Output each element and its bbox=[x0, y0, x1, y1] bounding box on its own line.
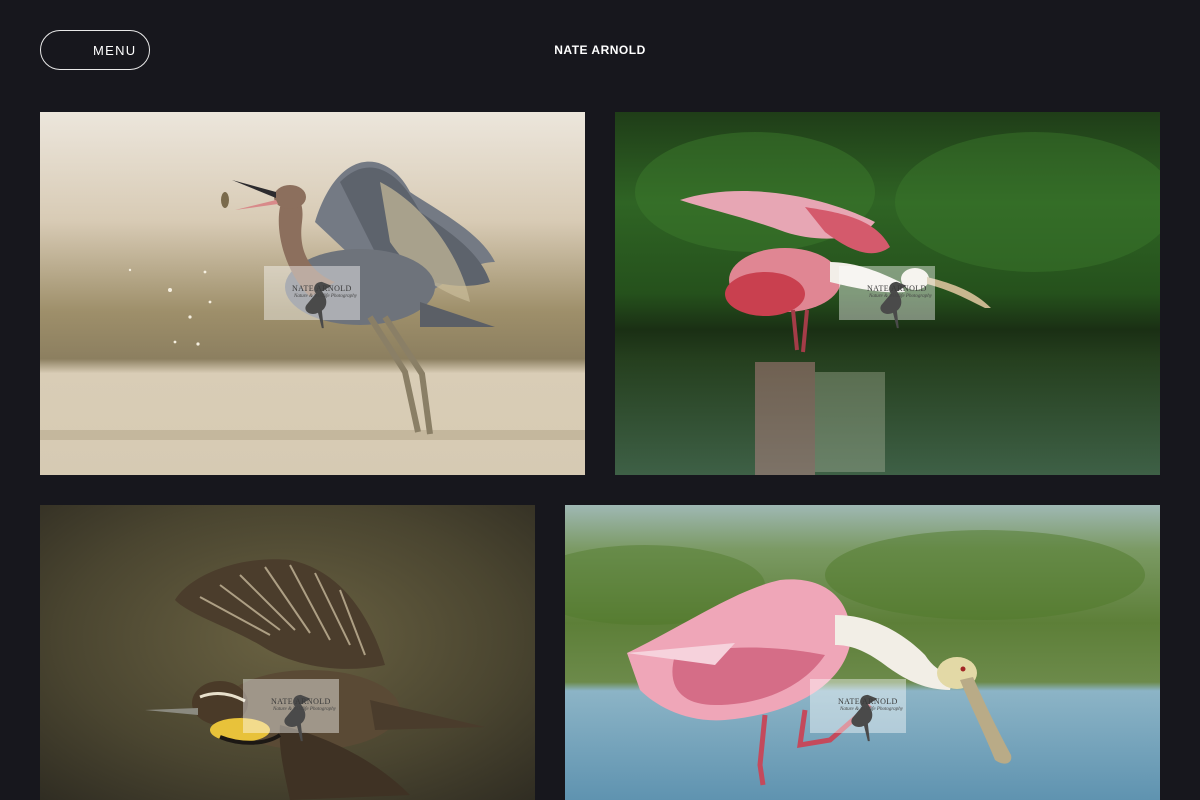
gallery-photo-meadowlark[interactable]: NATE ARNOLD Nature & Wildlife Photograph… bbox=[40, 505, 535, 800]
watermark-tagline: Nature & Wildlife Photography bbox=[869, 294, 933, 299]
gallery-photo-spoonbill-wings[interactable]: NATE ARNOLD Nature & Wildlife Photograph… bbox=[615, 112, 1160, 475]
watermark-tagline: Nature & Wildlife Photography bbox=[840, 707, 904, 712]
watermark-name: NATE ARNOLD bbox=[867, 284, 927, 293]
meadowlark-image bbox=[40, 505, 535, 800]
site-title[interactable]: NATE ARNOLD bbox=[0, 43, 1200, 57]
watermark-name: NATE ARNOLD bbox=[838, 697, 898, 706]
watermark: NATE ARNOLD Nature & Wildlife Photograph… bbox=[264, 266, 360, 329]
watermark: NATE ARNOLD Nature & Wildlife Photograph… bbox=[839, 266, 935, 329]
gallery-photo-reddish-egret[interactable]: NATE ARNOLD Nature & Wildlife Photograph… bbox=[40, 112, 585, 475]
watermark: NATE ARNOLD Nature & Wildlife Photograph… bbox=[243, 679, 339, 742]
watermark-name: NATE ARNOLD bbox=[271, 697, 331, 706]
spoonbill-feeding-image bbox=[565, 505, 1160, 800]
gallery-photo-spoonbill-feeding[interactable]: NATE ARNOLD Nature & Wildlife Photograph… bbox=[565, 505, 1160, 800]
watermark-tagline: Nature & Wildlife Photography bbox=[294, 294, 358, 299]
watermark-name: NATE ARNOLD bbox=[292, 284, 352, 293]
watermark-tagline: Nature & Wildlife Photography bbox=[273, 707, 337, 712]
watermark: NATE ARNOLD Nature & Wildlife Photograph… bbox=[810, 679, 906, 742]
site-header: MENU NATE ARNOLD bbox=[0, 0, 1200, 100]
